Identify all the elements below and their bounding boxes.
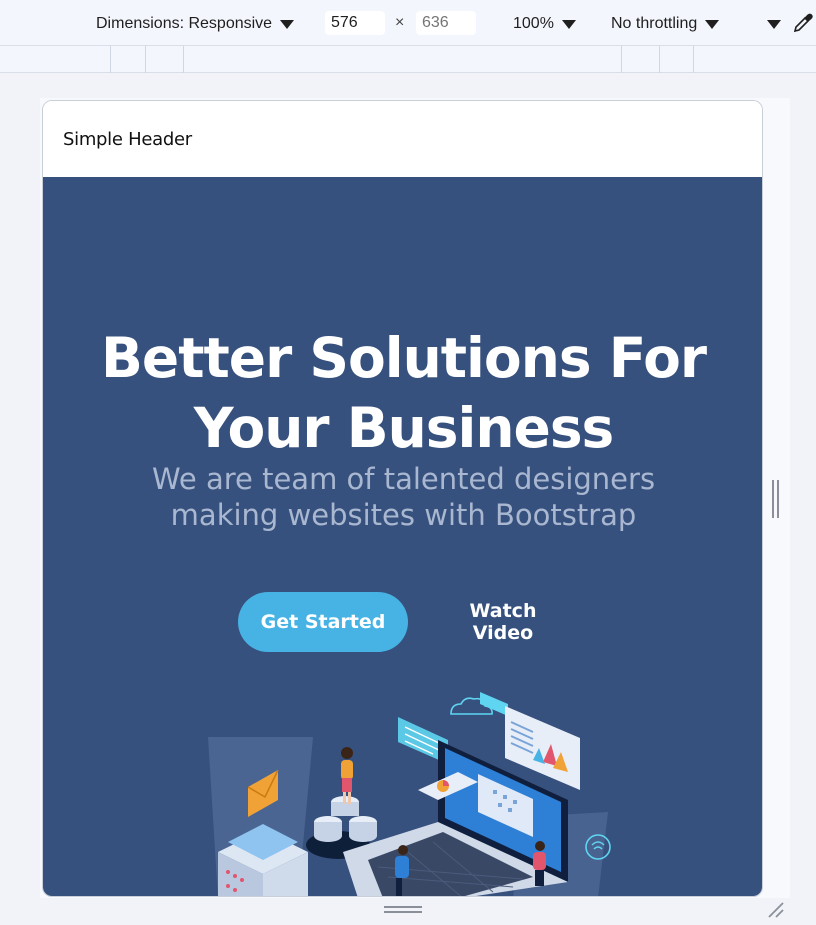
chevron-down-icon <box>561 19 576 29</box>
chevron-down-icon <box>280 19 295 29</box>
width-input[interactable] <box>325 11 385 35</box>
times-separator: × <box>395 14 405 31</box>
zoom-label: 100% <box>513 15 554 32</box>
get-started-button[interactable]: Get Started <box>238 592 408 652</box>
hero-title: Better Solutions For Your Business <box>100 326 707 460</box>
throttling-dropdown[interactable]: No throttling <box>611 12 720 36</box>
resize-handle-right[interactable] <box>772 480 780 518</box>
height-input[interactable] <box>416 11 476 35</box>
hero-illustration <box>208 692 611 896</box>
site-header: Simple Header <box>43 101 762 177</box>
site-header-title[interactable]: Simple Header <box>63 129 192 150</box>
dimensions-label: Dimensions: Responsive <box>96 15 273 32</box>
hero-section: Better Solutions For Your Business We ar… <box>43 177 762 896</box>
device-frame: Simple Header Better Solutions For Your … <box>42 100 763 897</box>
hero-subtitle: We are team of talented designers making… <box>151 462 656 532</box>
zoom-dropdown[interactable]: 100% <box>513 12 576 36</box>
resize-handle-bottom[interactable] <box>384 906 422 915</box>
media-query-ruler[interactable] <box>0 46 816 73</box>
dimensions-dropdown[interactable]: Dimensions: Responsive <box>96 12 295 36</box>
chevron-down-icon <box>767 19 781 29</box>
eyedropper-icon[interactable] <box>792 12 814 34</box>
more-options-dropdown[interactable] <box>767 12 781 36</box>
watch-video-button[interactable]: Watch Video <box>438 592 568 652</box>
resize-corner-icon[interactable] <box>766 900 786 920</box>
throttling-label: No throttling <box>611 15 698 32</box>
chevron-down-icon <box>705 19 720 29</box>
devtools-device-toolbar: Dimensions: Responsive × 100% No throttl… <box>0 0 816 46</box>
